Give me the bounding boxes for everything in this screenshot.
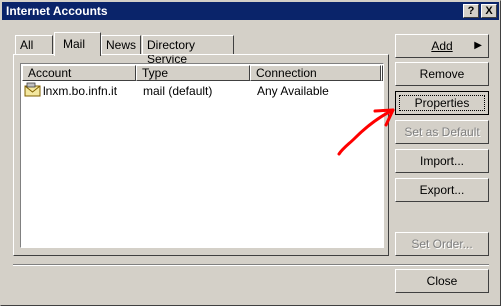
properties-button[interactable]: Properties <box>395 91 489 115</box>
title-bar: Internet Accounts ? X <box>2 2 499 20</box>
column-header-connection-label: Connection <box>256 66 317 80</box>
remove-button-label: Remove <box>419 67 465 81</box>
separator <box>13 264 489 266</box>
help-icon: ? <box>467 5 475 17</box>
import-button-label: Import... <box>419 154 464 168</box>
set-order-button[interactable]: Set Order... <box>395 232 489 256</box>
set-order-button-label: Set Order... <box>411 237 473 251</box>
tab-all-label: All <box>20 38 34 52</box>
column-header-type[interactable]: Type <box>136 65 250 81</box>
account-connection: Any Available <box>257 84 329 98</box>
column-header-account-label: Account <box>28 66 72 80</box>
export-button[interactable]: Export... <box>395 178 489 202</box>
accounts-list[interactable]: Account Type Connection lnxm.bo.infn.it … <box>20 63 384 248</box>
set-as-default-button-label: Set as Default <box>404 125 480 139</box>
column-header-filler <box>381 65 383 81</box>
account-type: mail (default) <box>143 84 213 98</box>
add-button-label: Add <box>431 39 453 53</box>
column-header-connection[interactable]: Connection <box>250 65 381 81</box>
close-icon: X <box>485 5 493 17</box>
close-button-label: Close <box>426 274 458 288</box>
table-row[interactable]: lnxm.bo.infn.it mail (default) Any Avail… <box>22 82 382 100</box>
remove-button[interactable]: Remove <box>395 62 489 86</box>
add-button[interactable]: Add ▶ <box>395 34 489 58</box>
set-as-default-button[interactable]: Set as Default <box>395 120 489 144</box>
help-button[interactable]: ? <box>463 4 479 18</box>
red-arrow-annotation <box>337 108 395 156</box>
internet-accounts-window: Internet Accounts ? X All Mail News Dire… <box>0 0 501 306</box>
mail-account-icon <box>24 82 42 101</box>
window-title: Internet Accounts <box>6 4 108 18</box>
tab-directory-service[interactable]: Directory Service <box>142 35 234 66</box>
properties-button-label: Properties <box>414 96 470 110</box>
close-button[interactable]: Close <box>395 269 489 293</box>
tab-mail-label: Mail <box>63 37 86 51</box>
tab-news-label: News <box>106 38 137 52</box>
account-name: lnxm.bo.infn.it <box>43 84 118 98</box>
export-button-label: Export... <box>419 183 465 197</box>
tab-news[interactable]: News <box>101 35 141 54</box>
close-window-button[interactable]: X <box>481 4 497 18</box>
column-header-type-label: Type <box>142 66 169 80</box>
chevron-right-icon: ▶ <box>474 40 482 51</box>
tab-mail[interactable]: Mail <box>54 32 101 56</box>
tab-all[interactable]: All <box>15 35 53 54</box>
import-button[interactable]: Import... <box>395 149 489 173</box>
column-header-account[interactable]: Account <box>22 65 136 81</box>
